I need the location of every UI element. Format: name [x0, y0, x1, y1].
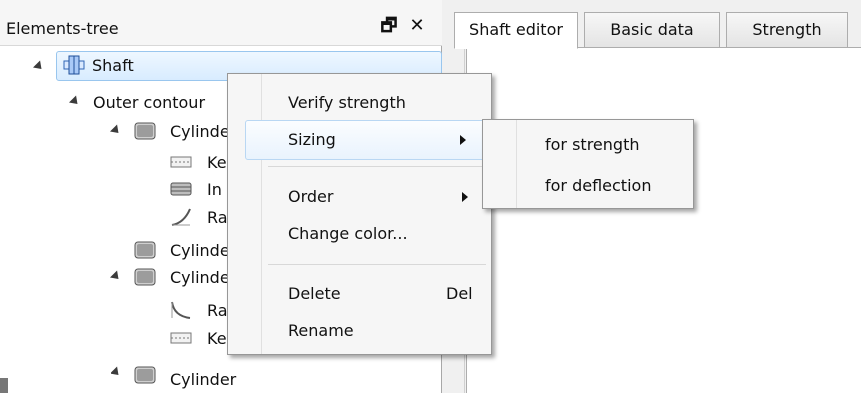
- tab-label: Shaft editor: [469, 20, 563, 39]
- submenu-item-for-deflection[interactable]: for deflection: [545, 166, 685, 206]
- submenu-arrow-icon: [462, 192, 468, 202]
- tree-item-label: Ke: [207, 153, 227, 172]
- menu-item-label: for strength: [545, 135, 640, 154]
- menu-item-label: Delete: [288, 284, 341, 303]
- tree-item-label: Outer contour: [93, 93, 206, 112]
- tree-item-key[interactable]: Ke: [170, 149, 230, 176]
- menu-item-label: Rename: [288, 321, 354, 340]
- menu-gutter: [261, 74, 262, 354]
- shaft-icon: [63, 55, 85, 75]
- tree-item-insert[interactable]: In: [170, 176, 230, 203]
- cylinder-icon: [134, 268, 156, 286]
- tree-item-label: Shaft: [92, 56, 134, 75]
- menu-item-label: for deflection: [545, 176, 652, 195]
- expand-triangle-icon[interactable]: [68, 95, 82, 108]
- tab-label: Basic data: [610, 20, 694, 39]
- tab-label: Strength: [752, 20, 822, 39]
- tab-basic-data[interactable]: Basic data: [584, 12, 720, 48]
- tree-item-label: In: [207, 180, 222, 199]
- expand-triangle-icon[interactable]: [111, 366, 123, 379]
- close-icon[interactable]: ✕: [405, 14, 429, 38]
- tab-content: [466, 47, 861, 393]
- radius-icon: [171, 301, 191, 319]
- expand-triangle-icon[interactable]: [32, 60, 46, 73]
- expand-triangle-icon[interactable]: [109, 124, 123, 137]
- menu-item-label: Order: [288, 187, 334, 206]
- tree-item-cylinder[interactable]: Cylinder: [109, 118, 236, 145]
- menu-item-sizing[interactable]: Sizing: [245, 120, 490, 160]
- menu-item-delete[interactable]: Delete Del: [288, 274, 483, 314]
- tree-item-cylinder[interactable]: Cylinder: [134, 237, 236, 264]
- panel-title: Elements-tree: [6, 19, 119, 38]
- cylinder-icon: [134, 366, 156, 384]
- menu-gutter: [516, 120, 517, 208]
- tree-item-cylinder[interactable]: Cylinder: [109, 264, 236, 291]
- tree-item-label: Ra: [207, 301, 228, 320]
- menu-item-change-color[interactable]: Change color...: [288, 214, 483, 254]
- expand-triangle-icon[interactable]: [109, 270, 123, 283]
- menu-item-order[interactable]: Order: [288, 177, 483, 217]
- float-icon[interactable]: 🗗: [377, 14, 401, 38]
- menu-item-shortcut: Del: [446, 284, 473, 303]
- menu-separator: [268, 166, 486, 167]
- insert-icon: [170, 182, 192, 196]
- panel-header: Elements-tree 🗗 ✕: [0, 0, 442, 46]
- submenu-item-for-strength[interactable]: for strength: [545, 125, 685, 165]
- tab-shaft-editor[interactable]: Shaft editor: [454, 12, 578, 49]
- tree-scrollbar[interactable]: [0, 378, 8, 393]
- menu-item-label: Change color...: [288, 224, 408, 243]
- key-icon: [170, 156, 192, 168]
- cylinder-icon: [134, 122, 156, 140]
- tree-item-cylinder[interactable]: Cylinder: [111, 355, 261, 393]
- context-menu: Verify strength Sizing Order Change colo…: [227, 73, 492, 355]
- menu-separator: [268, 264, 486, 265]
- tab-strength[interactable]: Strength: [726, 12, 848, 48]
- tree-item-label: Ra: [207, 208, 228, 227]
- submenu-arrow-icon: [460, 135, 466, 145]
- menu-item-rename[interactable]: Rename: [288, 311, 483, 351]
- key-icon: [170, 332, 192, 344]
- tree-item-label: Cylinder: [170, 370, 237, 389]
- menu-item-label: Sizing: [288, 130, 336, 149]
- tree-item-outer-contour[interactable]: Outer contour: [68, 89, 250, 116]
- menu-item-label: Verify strength: [288, 93, 406, 112]
- radius-icon: [171, 208, 191, 226]
- sizing-submenu: for strength for deflection: [482, 119, 694, 209]
- tree-item-radius[interactable]: Ra: [170, 297, 230, 324]
- cylinder-icon: [134, 241, 156, 259]
- menu-item-verify-strength[interactable]: Verify strength: [288, 83, 483, 123]
- tree-item-radius[interactable]: Ra: [170, 204, 230, 231]
